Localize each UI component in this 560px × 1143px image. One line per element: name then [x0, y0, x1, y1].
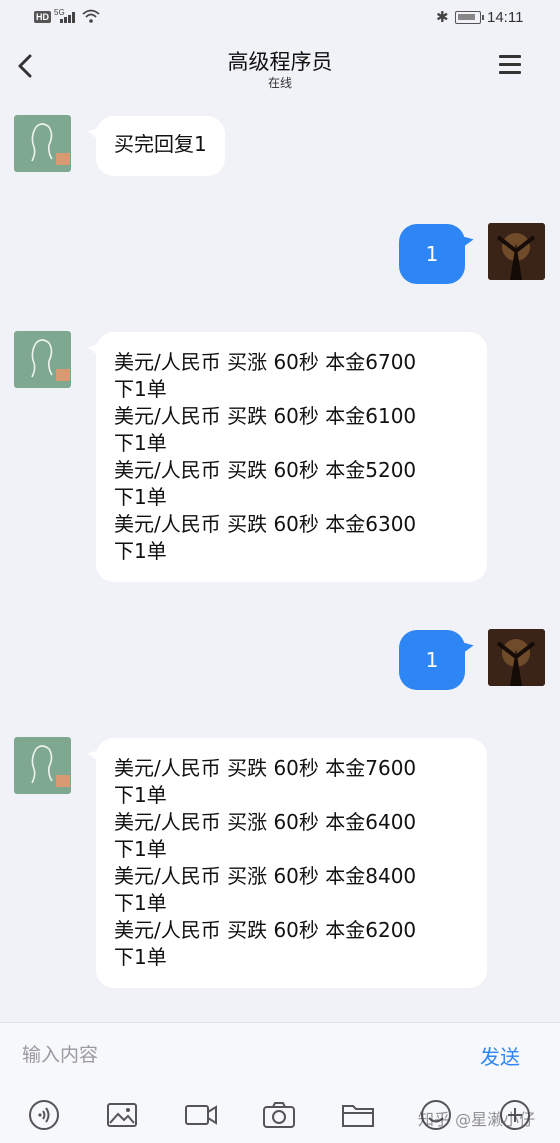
chalk-head-icon — [31, 123, 70, 165]
my-avatar[interactable] — [488, 223, 545, 280]
chalk-head-icon — [31, 339, 70, 381]
camera-icon[interactable] — [261, 1097, 297, 1133]
message-bubble-outgoing[interactable]: 1 — [399, 630, 465, 690]
voice-icon[interactable] — [26, 1097, 62, 1133]
bluetooth-icon: ✱ — [436, 8, 449, 26]
folder-icon[interactable] — [340, 1097, 376, 1133]
contact-avatar[interactable] — [14, 115, 71, 172]
signal-icon — [60, 11, 78, 23]
my-avatar[interactable] — [488, 629, 545, 686]
video-icon[interactable] — [183, 1097, 219, 1133]
chat-title: 高级程序员 — [227, 50, 333, 74]
send-button[interactable]: 发送 — [480, 1041, 520, 1070]
message-input[interactable] — [0, 1023, 470, 1087]
hd-indicator: HD — [34, 11, 51, 23]
figure-photo-icon — [488, 629, 545, 686]
image-icon[interactable] — [104, 1097, 140, 1133]
message-bubble-incoming[interactable]: 美元/人民币 买涨 60秒 本金6700 下1单 美元/人民币 买跌 60秒 本… — [96, 332, 487, 582]
figure-photo-icon — [488, 223, 545, 280]
wifi-icon — [82, 9, 100, 23]
clock: 14:11 — [487, 9, 524, 26]
battery-icon — [455, 11, 484, 24]
contact-avatar[interactable] — [14, 331, 71, 388]
message-bubble-incoming[interactable]: 美元/人民币 买跌 60秒 本金7600 下1单 美元/人民币 买涨 60秒 本… — [96, 738, 487, 988]
menu-icon[interactable] — [496, 52, 526, 78]
chalk-head-icon — [31, 745, 70, 787]
contact-avatar[interactable] — [14, 737, 71, 794]
status-bar: HD 5G ✱ 14:11 — [0, 0, 560, 36]
chat-header: 高级程序员 在线 — [0, 36, 560, 96]
message-bubble-outgoing[interactable]: 1 — [399, 224, 465, 284]
watermark: 知乎 @星濑小仔 — [418, 1110, 536, 1129]
online-status: 在线 — [267, 76, 292, 90]
message-bubble-incoming[interactable]: 买完回复1 — [96, 116, 225, 176]
